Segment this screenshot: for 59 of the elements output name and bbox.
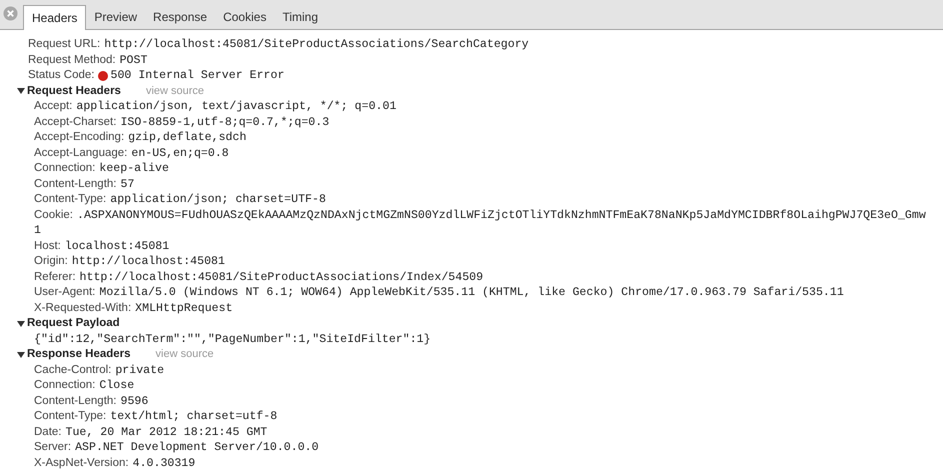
tab[interactable]: Preview — [86, 4, 146, 29]
expanded-triangle-icon[interactable] — [17, 320, 25, 328]
header-value: 500 Internal Server Error — [110, 68, 284, 84]
section-title: Request Payload — [27, 316, 120, 332]
header-name: Date: — [34, 424, 62, 440]
header-value: private — [115, 362, 164, 378]
payload-text: {"id":12,"SearchTerm":"","PageNumber":1,"SiteIdFilter":1} — [34, 332, 431, 347]
header-name: Cache-Control: — [34, 362, 112, 378]
header-name: Cookie: — [34, 208, 73, 223]
header-value: Mozilla/5.0 (Windows NT 6.1; WOW64) AppleWebKit/535.11 (KHTML, like Gecko) Chrome/17.0.963.79 Safari/535.11 — [99, 285, 844, 300]
expanded-triangle-icon[interactable] — [17, 87, 25, 96]
header-value: Close — [99, 378, 134, 394]
header-name: Request Method: — [28, 52, 116, 68]
header-name: Accept-Charset: — [34, 114, 116, 130]
header-value: application/json, text/javascript, */*; q=0.01 — [76, 99, 396, 114]
section-title: Response Headers — [27, 347, 131, 362]
header-value: XMLHttpRequest — [135, 300, 233, 316]
tab[interactable]: Response — [145, 4, 216, 29]
header-name: Accept-Language: — [34, 146, 128, 161]
header-name: User-Agent: — [34, 285, 96, 300]
header-name: Status Code: — [28, 68, 94, 84]
header-name: Content-Length: — [34, 394, 116, 409]
header-name: Origin: — [34, 254, 68, 270]
header-value: keep-alive — [99, 161, 169, 176]
header-name: Content-Type: — [34, 409, 106, 424]
header-name: Server: — [34, 440, 72, 456]
header-value: Tue, 20 Mar 2012 18:21:45 GMT — [66, 424, 268, 440]
header-value: localhost:45081 — [64, 238, 170, 254]
header-value: 4.0.30319 — [132, 456, 196, 471]
header-name: Referer: — [34, 270, 76, 285]
header-name: Accept-Encoding: — [34, 130, 124, 146]
header-value: en-US,en;q=0.8 — [131, 146, 229, 161]
tab[interactable]: Timing — [274, 4, 326, 29]
section-title: Request Headers — [27, 84, 121, 99]
header-value: .ASPXANONYMOUS=FUdhOUASzQEkAAAAMzQzNDAxNjctMGZmNS00YzdlLWFiZjctOTliYTdkNzhmNTFmEaK78NaNKp5JaMdYMCIDBRf8OLaihgPWJ7QE3eO_Gmw — [77, 208, 926, 223]
header-value: text/html; charset=utf-8 — [110, 409, 278, 424]
header-name: Content-Length: — [34, 176, 116, 192]
tab[interactable]: Cookies — [215, 4, 274, 29]
header-name: Accept: — [34, 99, 72, 114]
header-name: Content-Type: — [34, 192, 106, 208]
header-name: Host: — [34, 238, 61, 254]
header-value: gzip,deflate,sdch — [128, 130, 246, 146]
expanded-triangle-icon[interactable] — [17, 350, 25, 359]
header-value: ISO-8859-1,utf-8;q=0.7,*;q=0.3 — [120, 114, 330, 130]
header-value: 57 — [120, 176, 134, 192]
header-value: http://localhost:45081/SiteProductAssociations/Index/54509 — [80, 270, 484, 285]
tab[interactable]: Headers — [23, 5, 86, 30]
header-name: X-AspNet-Version: — [34, 456, 129, 471]
header-value: application/json; charset=UTF-8 — [110, 192, 326, 208]
header-value: POST — [120, 52, 148, 68]
header-value: http://localhost:45081 — [72, 254, 225, 270]
header-value: http://localhost:45081/SiteProductAssociations/SearchCategory — [104, 37, 529, 52]
header-name: X-Requested-With: — [34, 300, 132, 316]
header-value: 9596 — [120, 394, 148, 409]
header-name: Request URL: — [28, 37, 100, 52]
header-name: Connection: — [34, 378, 96, 394]
header-value: 1 — [34, 223, 41, 238]
header-value: ASP.NET Development Server/10.0.0.0 — [75, 440, 319, 456]
header-name: Connection: — [34, 161, 96, 176]
